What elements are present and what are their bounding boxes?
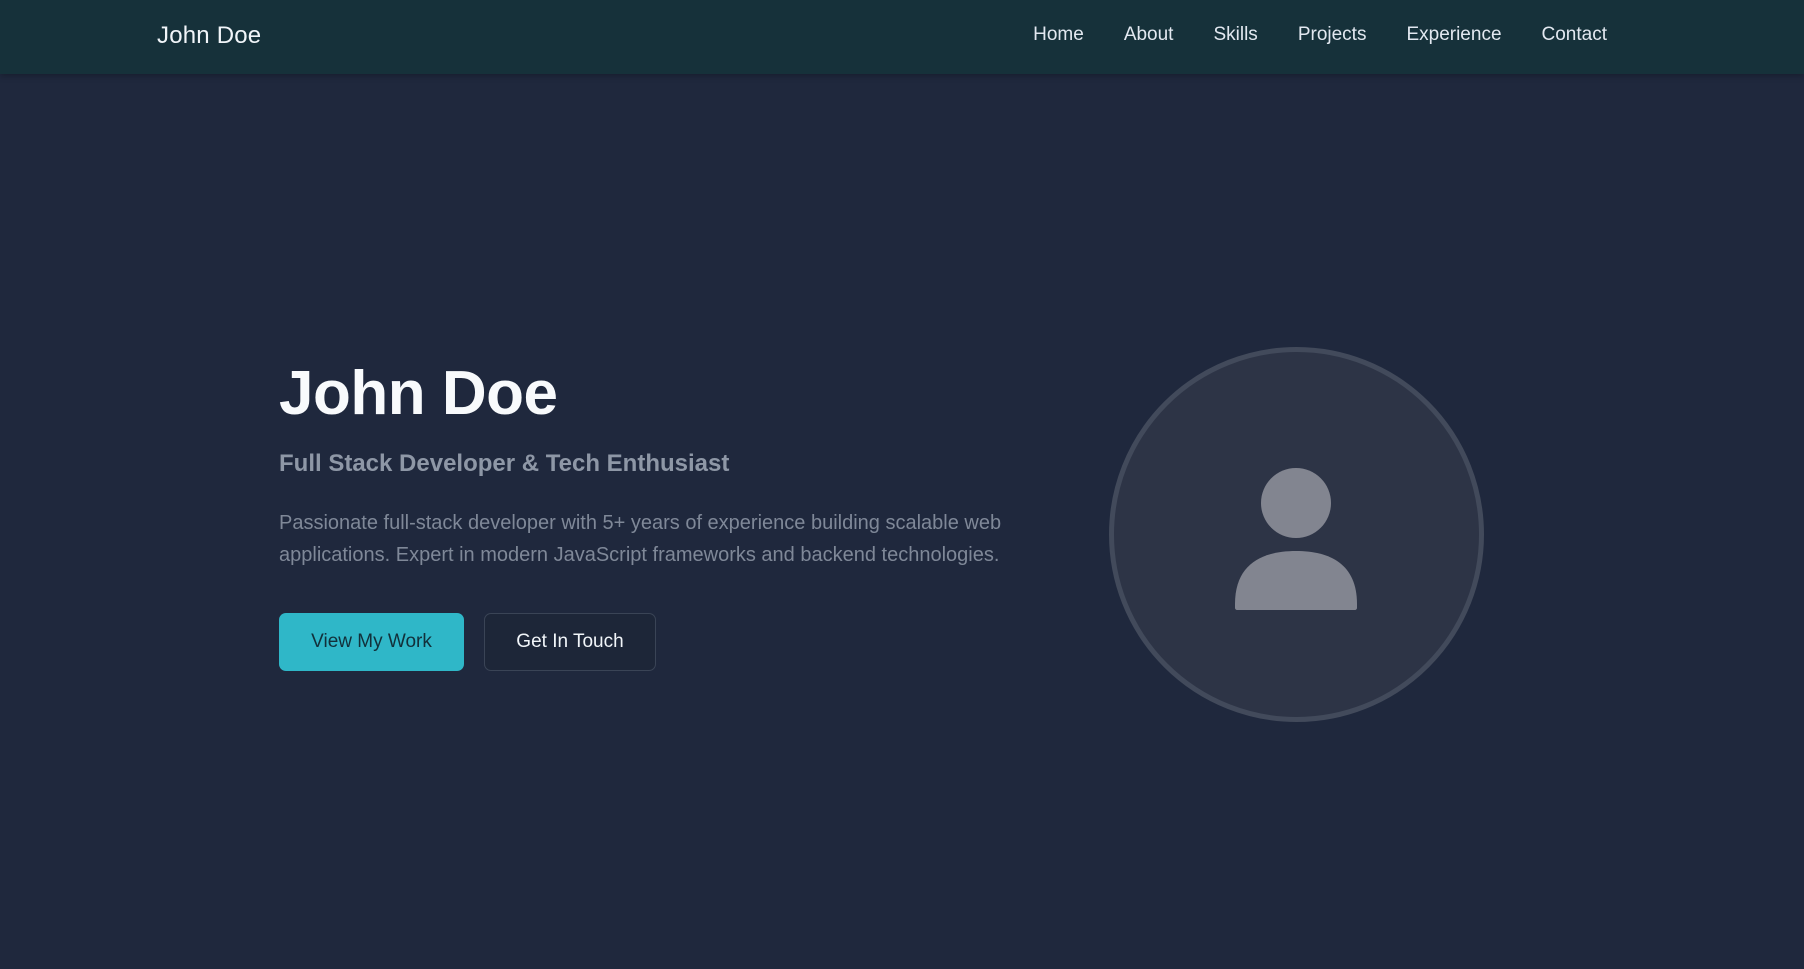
navbar: John Doe Home About Skills Projects Expe… bbox=[0, 0, 1804, 74]
user-icon bbox=[1235, 468, 1357, 610]
hero-subtitle: Full Stack Developer & Tech Enthusiast bbox=[279, 450, 730, 477]
hero-section: John Doe Full Stack Developer & Tech Ent… bbox=[279, 357, 1039, 671]
nav-link-home[interactable]: Home bbox=[1033, 24, 1084, 46]
nav-link-about[interactable]: About bbox=[1124, 24, 1174, 46]
nav-link-contact[interactable]: Contact bbox=[1542, 24, 1607, 46]
nav-link-skills[interactable]: Skills bbox=[1213, 24, 1257, 46]
view-my-work-button[interactable]: View My Work bbox=[279, 613, 464, 671]
nav-links: Home About Skills Projects Experience Co… bbox=[1033, 24, 1607, 46]
nav-link-experience[interactable]: Experience bbox=[1406, 24, 1501, 46]
hero-actions: View My Work Get In Touch bbox=[279, 613, 1039, 671]
avatar bbox=[1109, 347, 1484, 722]
hero-title: John Doe bbox=[279, 359, 558, 428]
brand-logo[interactable]: John Doe bbox=[157, 22, 261, 50]
get-in-touch-button[interactable]: Get In Touch bbox=[484, 613, 656, 671]
nav-link-projects[interactable]: Projects bbox=[1298, 24, 1367, 46]
hero-description: Passionate full-stack developer with 5+ … bbox=[279, 512, 1002, 566]
